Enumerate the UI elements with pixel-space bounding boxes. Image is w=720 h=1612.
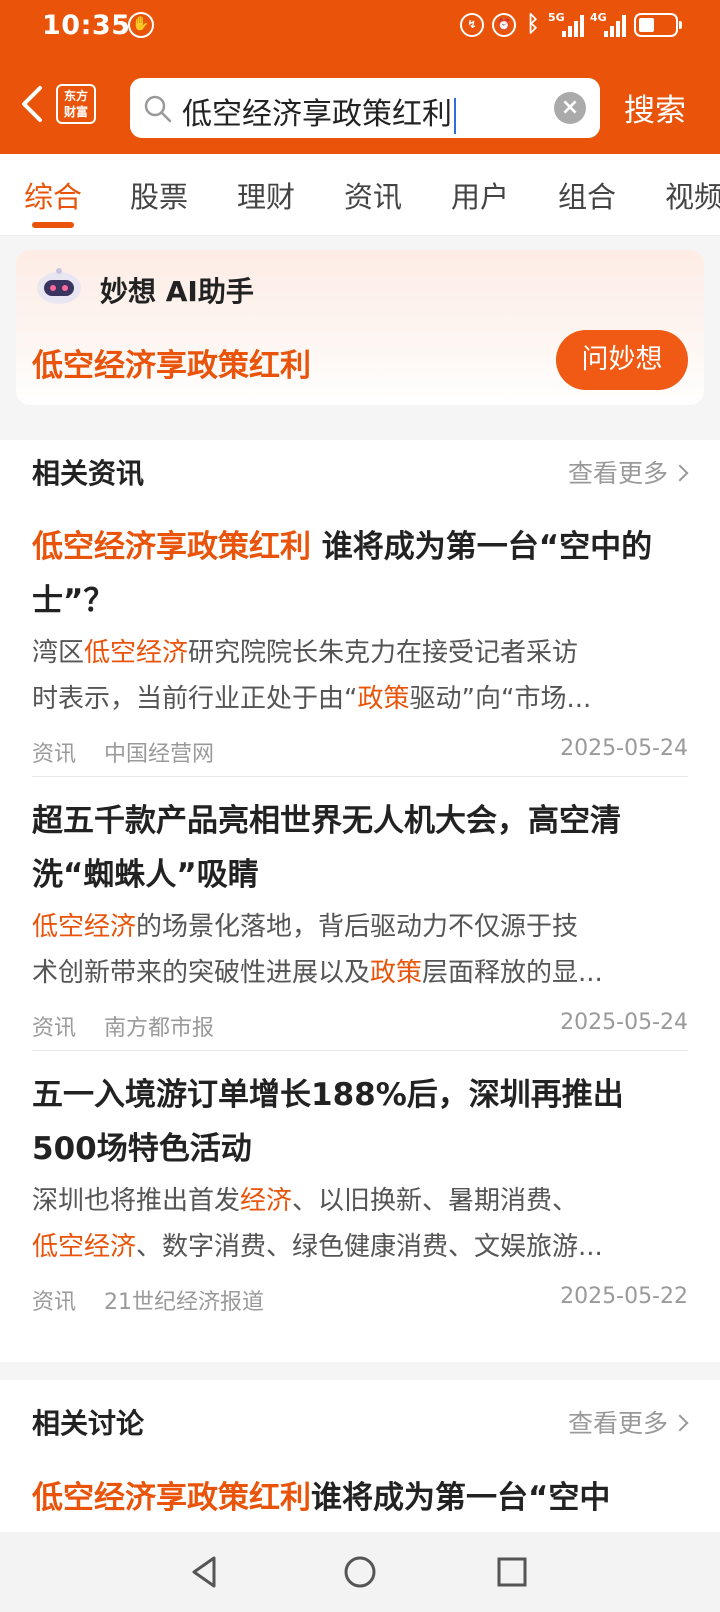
ai-assistant-title: 妙想 AI助手 xyxy=(100,275,254,308)
news-date: 2025-05-24 xyxy=(560,1010,688,1035)
chevron-right-icon xyxy=(671,1414,689,1432)
battery-icon xyxy=(634,12,682,37)
news-source: 南方都市报 xyxy=(104,1016,215,1041)
news-date: 2025-05-24 xyxy=(560,736,688,761)
active-tab-indicator xyxy=(32,222,74,228)
ai-suggested-question[interactable]: 低空经济享政策红利 xyxy=(32,340,311,385)
news-summary: 低空经济的场景化落地，背后驱动力不仅源于技 术创新带来的突破性进展以及政策层面释… xyxy=(32,912,603,988)
news-category: 资讯 xyxy=(32,1290,77,1315)
see-more-news[interactable]: 查看更多 xyxy=(568,454,689,490)
category-tabs: 综合 股票 理财 资讯 用户 组合 视频 xyxy=(0,154,720,236)
tab-videos[interactable]: 视频 xyxy=(665,174,720,216)
related-news-section: 相关资讯 查看更多 低空经济享政策红利 谁将成为第一台“空中的士”？ 湾区低空经… xyxy=(0,440,720,1362)
clear-icon[interactable]: × xyxy=(554,92,586,124)
status-icons: ↯ ⏰ ᛒ 5G 4G xyxy=(460,11,682,37)
alarm-icon: ⏰ xyxy=(492,12,516,37)
nav-back-icon[interactable] xyxy=(186,1552,226,1592)
news-source: 21世纪经济报道 xyxy=(104,1290,264,1315)
tab-stocks[interactable]: 股票 xyxy=(130,174,188,216)
ai-assistant-card: 妙想 AI助手 低空经济享政策红利 问妙想 xyxy=(16,250,704,405)
system-nav-bar xyxy=(0,1532,720,1612)
app-logo[interactable]: 东方 财富 xyxy=(56,84,96,124)
status-time: 10:35 xyxy=(42,10,131,41)
signal-5g-icon: 5G xyxy=(548,11,584,37)
news-summary: 湾区低空经济研究院院长朱克力在接受记者采访 时表示，当前行业正处于由“政策驱动”… xyxy=(32,638,592,714)
divider xyxy=(32,776,688,777)
news-title: 五一入境游订单增长188%后，深圳再推出500场特色活动 xyxy=(32,1077,624,1167)
nav-home-icon[interactable] xyxy=(340,1552,380,1592)
news-item[interactable]: 低空经济享政策红利 谁将成为第一台“空中的士”？ 湾区低空经济研究院院长朱克力在… xyxy=(32,520,688,768)
gesture-icon: ✋ xyxy=(128,12,154,38)
nav-recents-icon[interactable] xyxy=(492,1552,532,1592)
ask-ai-button[interactable]: 问妙想 xyxy=(556,330,688,390)
related-discussion-section: 相关讨论 查看更多 低空经济享政策红利谁将成为第一台“空中 xyxy=(0,1380,720,1532)
news-title: 超五千款产品亮相世界无人机大会，高空清洗“蜘蛛人”吸睛 xyxy=(32,803,621,893)
news-title: 低空经济享政策红利 谁将成为第一台“空中的士”？ xyxy=(32,529,653,619)
news-date: 2025-05-22 xyxy=(560,1284,688,1309)
search-input[interactable]: 低空经济享政策红利 × xyxy=(130,78,600,138)
news-item[interactable]: 超五千款产品亮相世界无人机大会，高空清洗“蜘蛛人”吸睛 低空经济的场景化落地，背… xyxy=(32,794,688,1042)
bluetooth-icon: ᛒ xyxy=(526,12,540,37)
see-more-discussion[interactable]: 查看更多 xyxy=(568,1404,689,1440)
tab-wealth[interactable]: 理财 xyxy=(237,174,295,216)
search-query[interactable]: 低空经济享政策红利 xyxy=(182,89,456,134)
tab-news[interactable]: 资讯 xyxy=(344,174,402,216)
text-caret xyxy=(454,97,456,134)
news-category: 资讯 xyxy=(32,1016,77,1041)
news-summary: 深圳也将推出首发经济、以旧换新、暑期消费、 低空经济、数字消费、绿色健康消费、文… xyxy=(32,1186,603,1262)
search-header: 东方 财富 低空经济享政策红利 × 搜索 xyxy=(0,54,720,154)
news-category: 资讯 xyxy=(32,742,77,767)
news-source: 中国经营网 xyxy=(104,742,215,767)
robot-icon xyxy=(37,268,81,304)
section-title-discussion: 相关讨论 xyxy=(32,1407,145,1440)
news-item[interactable]: 五一入境游订单增长188%后，深圳再推出500场特色活动 深圳也将推出首发经济、… xyxy=(32,1068,688,1316)
news-meta: 资讯 南方都市报 2025-05-24 xyxy=(32,1006,688,1042)
search-button[interactable]: 搜索 xyxy=(624,85,686,130)
divider xyxy=(32,1050,688,1051)
chevron-right-icon xyxy=(671,464,689,482)
news-meta: 资讯 中国经营网 2025-05-24 xyxy=(32,732,688,768)
search-icon xyxy=(144,95,172,123)
tab-portfolios[interactable]: 组合 xyxy=(558,174,616,216)
back-arrow-icon[interactable] xyxy=(14,82,54,126)
signal-4g-icon: 4G xyxy=(590,11,626,37)
section-title-news: 相关资讯 xyxy=(32,457,145,490)
tab-comprehensive[interactable]: 综合 xyxy=(24,174,82,216)
news-meta: 资讯 21世纪经济报道 2025-05-22 xyxy=(32,1280,688,1316)
discussion-title[interactable]: 低空经济享政策红利谁将成为第一台“空中 xyxy=(32,1472,610,1517)
speed-icon: ↯ xyxy=(460,12,484,37)
status-bar: 10:35 ✋ ↯ ⏰ ᛒ 5G 4G xyxy=(0,0,720,54)
tab-users[interactable]: 用户 xyxy=(451,174,509,216)
